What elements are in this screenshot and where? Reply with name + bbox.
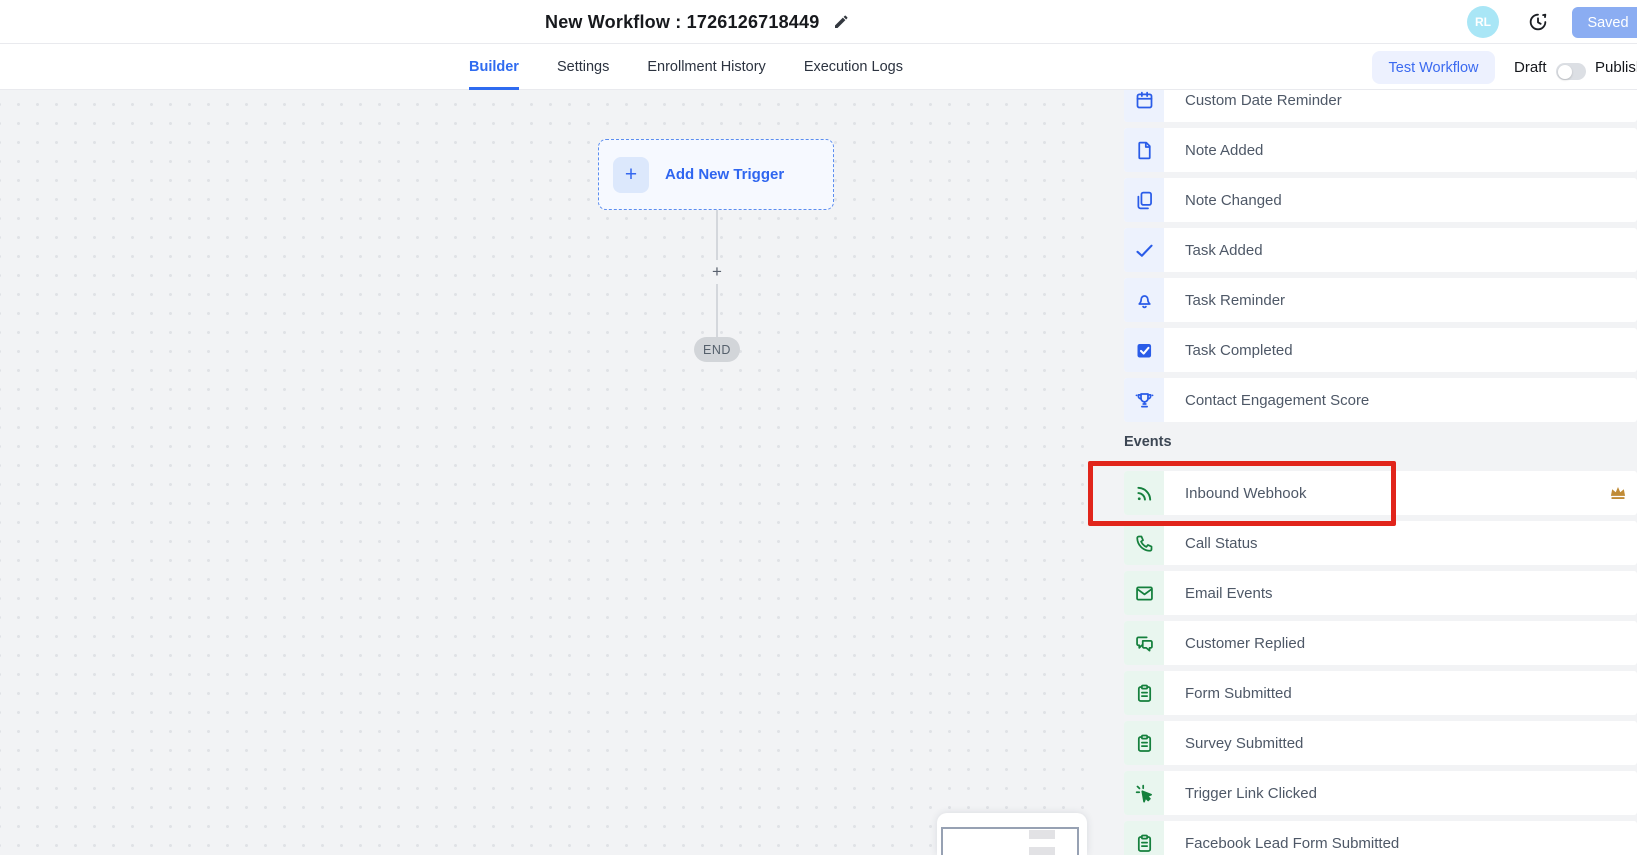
trigger-item-customer-replied[interactable]: Customer Replied bbox=[1124, 621, 1637, 665]
saved-button[interactable]: Saved bbox=[1572, 7, 1637, 38]
edit-title-pencil-icon[interactable] bbox=[833, 14, 849, 30]
trigger-sidebar: Custom Date Reminder Note Added Note Cha… bbox=[1100, 90, 1637, 855]
workflow-title-wrap: New Workflow : 1726126718449 bbox=[545, 0, 849, 44]
trigger-item-note-changed[interactable]: Note Changed bbox=[1124, 178, 1637, 222]
trigger-item-custom-date-reminder[interactable]: Custom Date Reminder bbox=[1124, 90, 1637, 122]
end-node: END bbox=[694, 337, 740, 362]
phone-icon bbox=[1134, 533, 1155, 554]
bell-icon bbox=[1134, 290, 1155, 311]
checkbox-icon bbox=[1134, 340, 1155, 361]
tab-settings[interactable]: Settings bbox=[557, 44, 609, 90]
trigger-item-facebook-lead-form-submitted[interactable]: Facebook Lead Form Submitted bbox=[1124, 821, 1637, 855]
plus-icon: + bbox=[613, 157, 649, 193]
version-history-clock-icon[interactable] bbox=[1527, 11, 1549, 33]
calendar-icon bbox=[1134, 90, 1155, 111]
trigger-item-email-events[interactable]: Email Events bbox=[1124, 571, 1637, 615]
minimap-node-bar bbox=[1029, 830, 1055, 839]
minimap-node-bar bbox=[1029, 847, 1055, 855]
trigger-item-inbound-webhook[interactable]: Inbound Webhook bbox=[1124, 471, 1637, 515]
events-section-header: Events bbox=[1124, 434, 1637, 450]
trigger-item-task-completed[interactable]: Task Completed bbox=[1124, 328, 1637, 372]
note-changed-icon bbox=[1134, 190, 1155, 211]
tabs: Builder Settings Enrollment History Exec… bbox=[469, 44, 903, 90]
clipboard-icon bbox=[1134, 683, 1155, 704]
trigger-item-form-submitted[interactable]: Form Submitted bbox=[1124, 671, 1637, 715]
toggle-knob bbox=[1558, 65, 1572, 79]
trigger-item-task-reminder[interactable]: Task Reminder bbox=[1124, 278, 1637, 322]
trigger-item-call-status[interactable]: Call Status bbox=[1124, 521, 1637, 565]
webhook-icon bbox=[1134, 483, 1155, 504]
page-title: New Workflow : 1726126718449 bbox=[545, 12, 819, 33]
minimap-viewport[interactable] bbox=[941, 827, 1079, 855]
workflow-canvas[interactable]: + Add New Trigger + END bbox=[0, 90, 1100, 855]
trigger-item-note-added[interactable]: Note Added bbox=[1124, 128, 1637, 172]
tab-bar: Builder Settings Enrollment History Exec… bbox=[0, 44, 1637, 90]
add-step-plus-icon[interactable]: + bbox=[705, 260, 729, 284]
trophy-icon bbox=[1134, 390, 1155, 411]
trigger-item-task-added[interactable]: Task Added bbox=[1124, 228, 1637, 272]
trigger-item-survey-submitted[interactable]: Survey Submitted bbox=[1124, 721, 1637, 765]
note-icon bbox=[1134, 140, 1155, 161]
draft-label: Draft bbox=[1514, 44, 1547, 90]
clipboard-icon bbox=[1134, 833, 1155, 854]
test-workflow-button[interactable]: Test Workflow bbox=[1372, 51, 1495, 84]
cursor-click-icon bbox=[1134, 783, 1155, 804]
tab-execution-logs[interactable]: Execution Logs bbox=[804, 44, 903, 90]
publish-label: Publish bbox=[1595, 44, 1637, 90]
publish-toggle[interactable] bbox=[1556, 63, 1586, 80]
premium-crown-icon bbox=[1608, 483, 1628, 503]
app-header: New Workflow : 1726126718449 RL Saved bbox=[0, 0, 1637, 44]
mail-icon bbox=[1134, 583, 1155, 604]
check-icon bbox=[1134, 240, 1155, 261]
trigger-item-contact-engagement-score[interactable]: Contact Engagement Score bbox=[1124, 378, 1637, 422]
clipboard-icon bbox=[1134, 733, 1155, 754]
tab-builder[interactable]: Builder bbox=[469, 44, 519, 90]
trigger-list: Custom Date Reminder Note Added Note Cha… bbox=[1100, 90, 1637, 855]
minimap-panel bbox=[937, 813, 1087, 855]
add-new-trigger-button[interactable]: + Add New Trigger bbox=[598, 139, 834, 210]
trigger-item-trigger-link-clicked[interactable]: Trigger Link Clicked bbox=[1124, 771, 1637, 815]
avatar[interactable]: RL bbox=[1467, 6, 1499, 38]
chat-icon bbox=[1134, 633, 1155, 654]
tab-enrollment-history[interactable]: Enrollment History bbox=[647, 44, 765, 90]
add-new-trigger-label: Add New Trigger bbox=[665, 166, 784, 183]
